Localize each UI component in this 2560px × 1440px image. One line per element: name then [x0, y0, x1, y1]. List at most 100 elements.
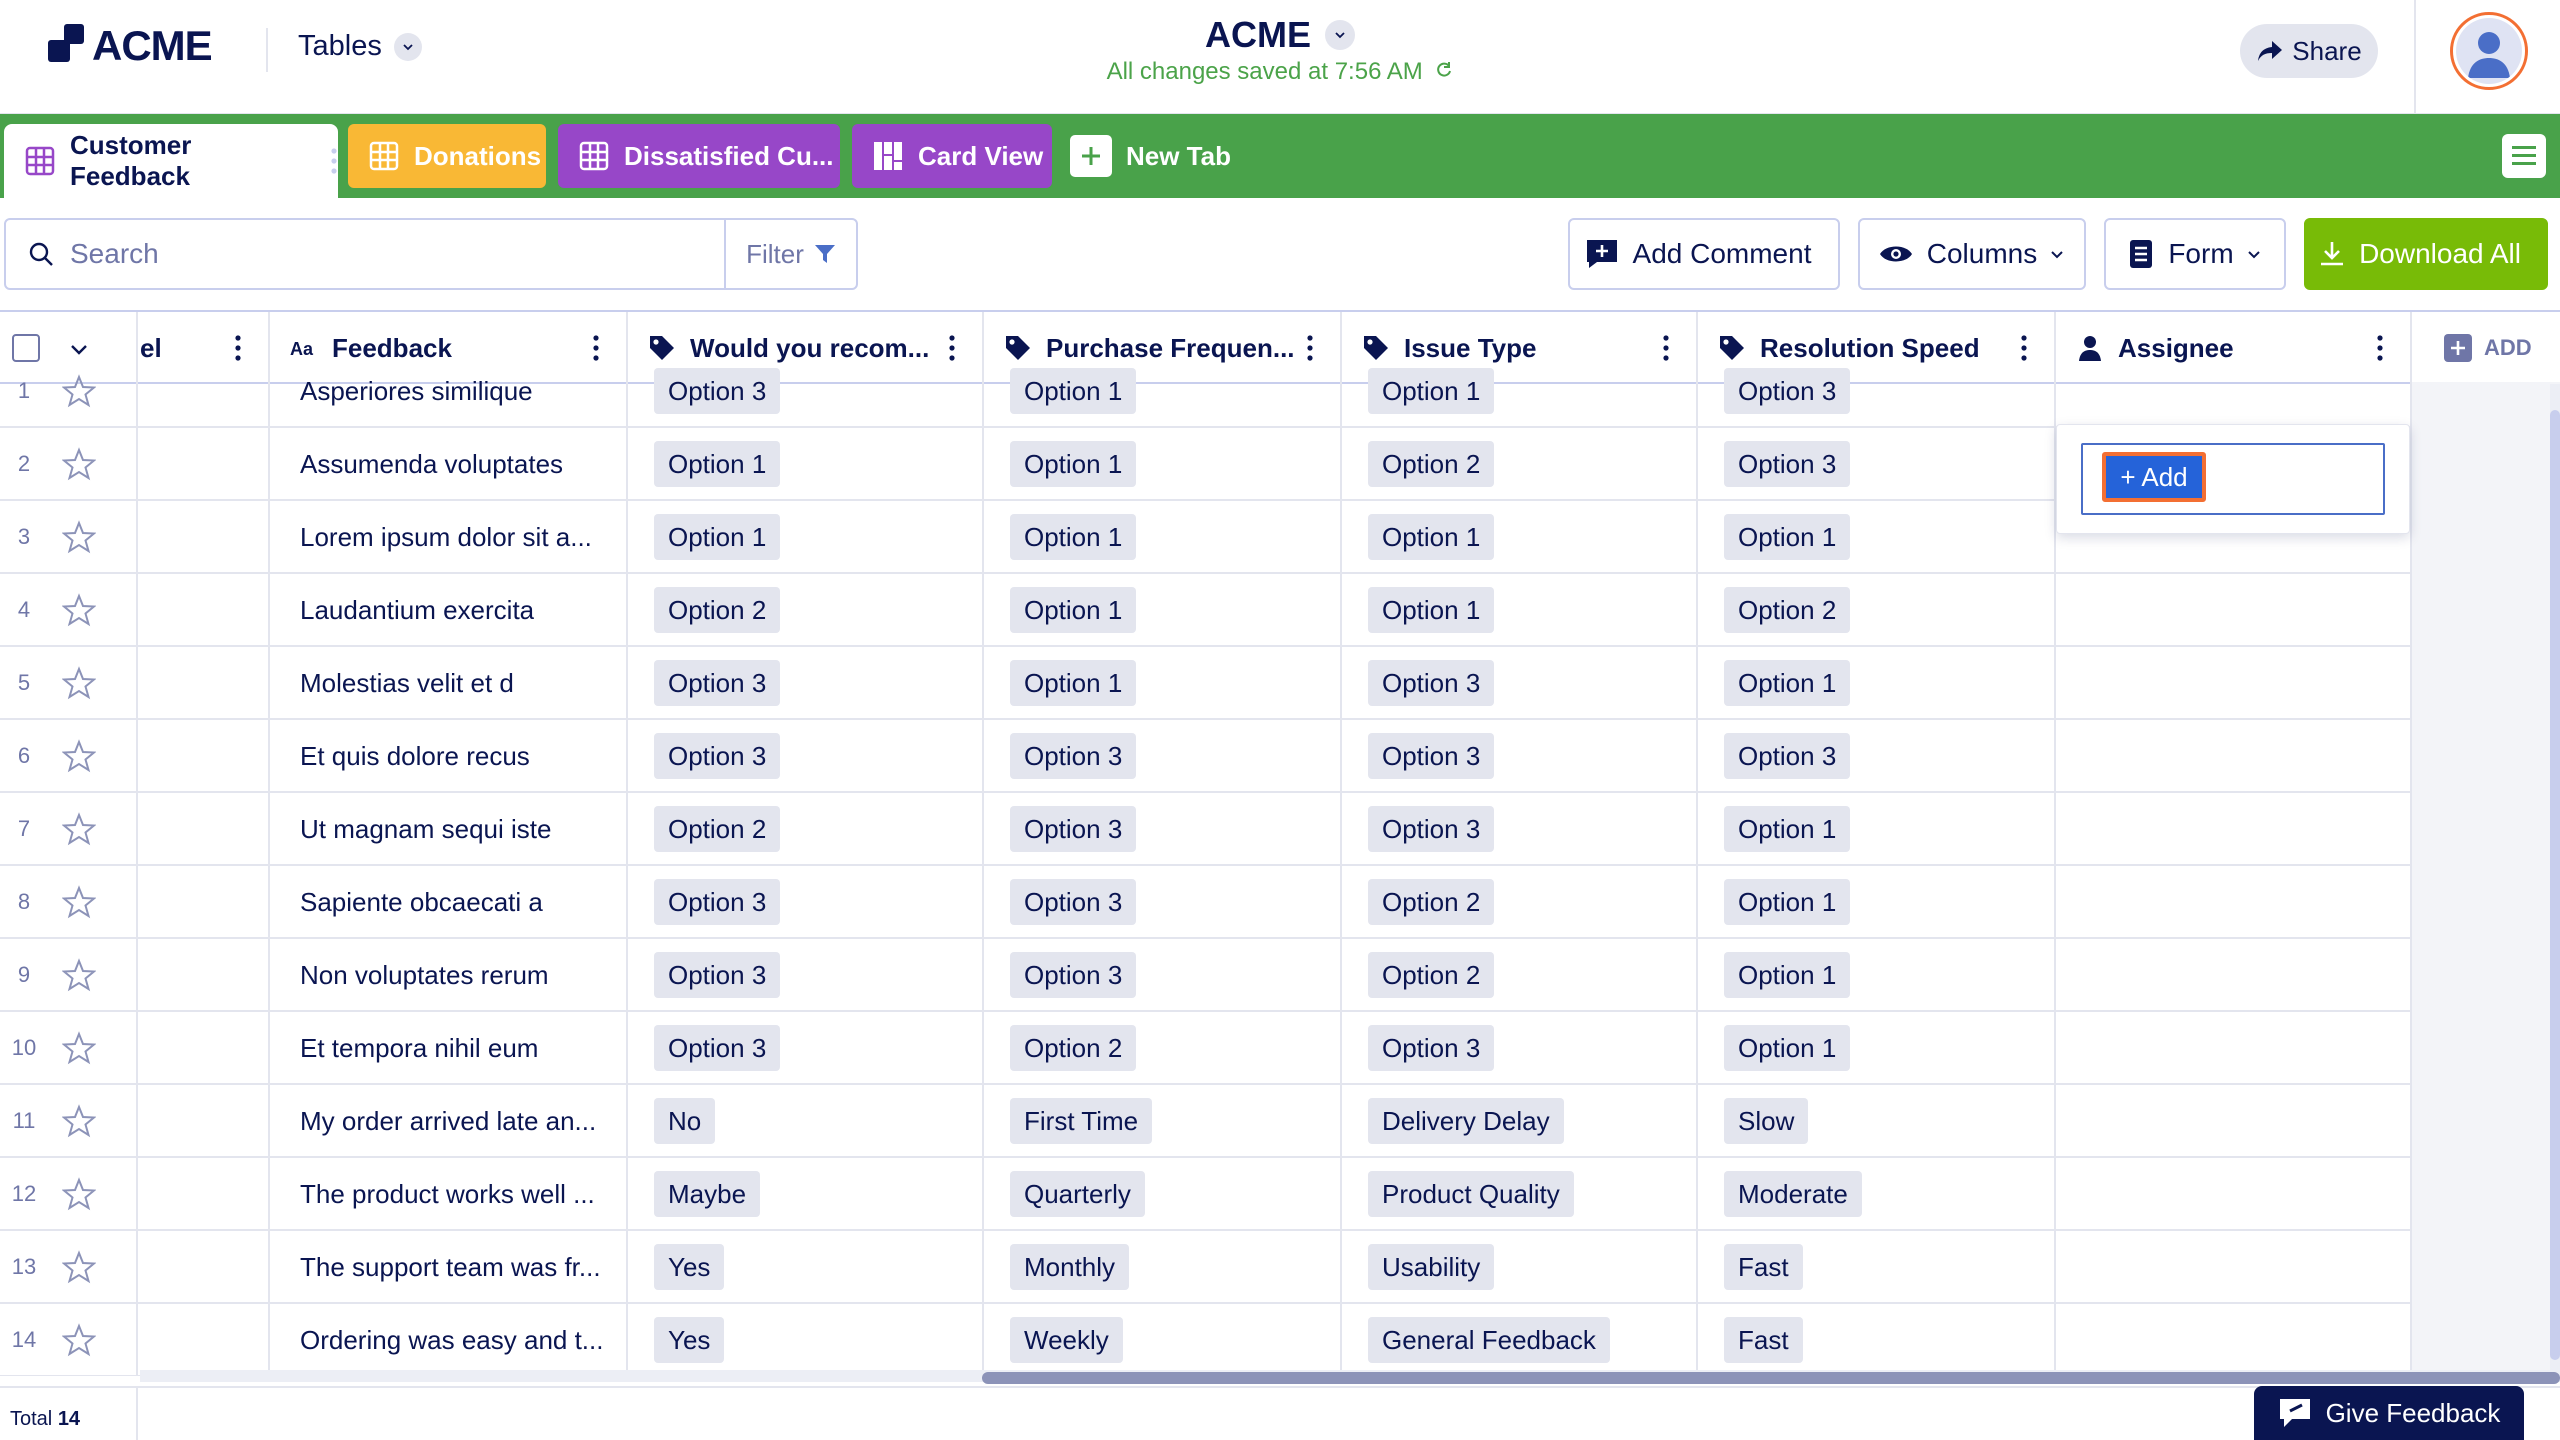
- star-icon[interactable]: [62, 520, 96, 554]
- frequency-cell[interactable]: Weekly: [984, 1304, 1342, 1376]
- frequency-cell[interactable]: Option 1: [984, 647, 1342, 719]
- frequency-cell[interactable]: Quarterly: [984, 1158, 1342, 1230]
- issue-cell[interactable]: Product Quality: [1342, 1158, 1698, 1230]
- speed-cell[interactable]: Moderate: [1698, 1158, 2056, 1230]
- recommend-cell[interactable]: Yes: [628, 1231, 984, 1303]
- frequency-cell[interactable]: Option 2: [984, 1012, 1342, 1084]
- star-icon[interactable]: [62, 666, 96, 700]
- issue-cell[interactable]: Option 3: [1342, 793, 1698, 865]
- frequency-cell[interactable]: Option 1: [984, 501, 1342, 573]
- assignee-cell[interactable]: [2056, 720, 2412, 792]
- star-icon[interactable]: [62, 374, 96, 408]
- recommend-cell[interactable]: Option 2: [628, 793, 984, 865]
- table-cell[interactable]: [138, 428, 270, 500]
- kebab-menu-icon[interactable]: [330, 147, 338, 175]
- recommend-cell[interactable]: Maybe: [628, 1158, 984, 1230]
- table-row[interactable]: 13 The support team was fr... Yes Monthly Us…: [0, 1231, 2412, 1304]
- table-cell[interactable]: [138, 720, 270, 792]
- recommend-cell[interactable]: Option 2: [628, 574, 984, 646]
- table-cell[interactable]: [138, 1231, 270, 1303]
- star-icon[interactable]: [62, 1031, 96, 1065]
- table-row[interactable]: 4 Laudantium exercita Option 2 Option 1 Opti…: [0, 574, 2412, 647]
- speed-cell[interactable]: Option 3: [1698, 355, 2056, 427]
- issue-cell[interactable]: Option 1: [1342, 574, 1698, 646]
- speed-cell[interactable]: Option 2: [1698, 574, 2056, 646]
- assignee-cell[interactable]: [2056, 1304, 2412, 1376]
- table-cell[interactable]: [138, 793, 270, 865]
- issue-cell[interactable]: General Feedback: [1342, 1304, 1698, 1376]
- feedback-cell[interactable]: My order arrived late an...: [270, 1085, 628, 1157]
- recommend-cell[interactable]: Option 3: [628, 720, 984, 792]
- star-icon[interactable]: [62, 1323, 96, 1357]
- table-row[interactable]: 3 Lorem ipsum dolor sit a... Option 1 Optio…: [0, 501, 2412, 574]
- table-row[interactable]: 14 Ordering was easy and t... Yes Weekly Gen…: [0, 1304, 2412, 1376]
- assignee-cell[interactable]: [2056, 1012, 2412, 1084]
- frequency-cell[interactable]: Option 3: [984, 720, 1342, 792]
- table-cell[interactable]: [138, 1158, 270, 1230]
- form-button[interactable]: Form: [2104, 218, 2286, 290]
- frequency-cell[interactable]: Option 3: [984, 866, 1342, 938]
- add-comment-button[interactable]: Add Comment: [1568, 218, 1840, 290]
- table-cell[interactable]: [138, 939, 270, 1011]
- tab-menu-button[interactable]: [2502, 134, 2546, 178]
- assignee-cell[interactable]: [2056, 355, 2412, 427]
- feedback-cell[interactable]: Assumenda voluptates: [270, 428, 628, 500]
- speed-cell[interactable]: Slow: [1698, 1085, 2056, 1157]
- star-icon[interactable]: [62, 1177, 96, 1211]
- feedback-cell[interactable]: The product works well ...: [270, 1158, 628, 1230]
- issue-cell[interactable]: Option 3: [1342, 1012, 1698, 1084]
- frequency-cell[interactable]: Option 3: [984, 939, 1342, 1011]
- star-icon[interactable]: [62, 812, 96, 846]
- table-cell[interactable]: [138, 647, 270, 719]
- give-feedback-button[interactable]: Give Feedback: [2254, 1386, 2524, 1440]
- table-cell[interactable]: [138, 1085, 270, 1157]
- add-assignee-button[interactable]: + Add: [2102, 452, 2206, 502]
- tab-dissatisfied-customers[interactable]: Dissatisfied Cu...: [558, 124, 840, 188]
- vertical-scrollbar-thumb[interactable]: [2550, 410, 2560, 1360]
- table-row[interactable]: 8 Sapiente obcaecati a Option 3 Option 3 Opt…: [0, 866, 2412, 939]
- issue-cell[interactable]: Option 3: [1342, 647, 1698, 719]
- table-cell[interactable]: [138, 1304, 270, 1376]
- tab-donations[interactable]: Donations: [348, 124, 546, 188]
- feedback-cell[interactable]: The support team was fr...: [270, 1231, 628, 1303]
- speed-cell[interactable]: Fast: [1698, 1304, 2056, 1376]
- speed-cell[interactable]: Option 3: [1698, 428, 2056, 500]
- feedback-cell[interactable]: Molestias velit et d: [270, 647, 628, 719]
- feedback-cell[interactable]: Non voluptates rerum: [270, 939, 628, 1011]
- table-row[interactable]: 1 Asperiores similique Option 3 Option 1 Opt…: [0, 355, 2412, 428]
- feedback-cell[interactable]: Asperiores similique: [270, 355, 628, 427]
- table-cell[interactable]: [138, 1012, 270, 1084]
- table-row[interactable]: 7 Ut magnam sequi iste Option 2 Option 3 Opt…: [0, 793, 2412, 866]
- issue-cell[interactable]: Delivery Delay: [1342, 1085, 1698, 1157]
- new-tab-button[interactable]: New Tab: [1070, 124, 1250, 188]
- star-icon[interactable]: [62, 958, 96, 992]
- table-row[interactable]: 12 The product works well ... Maybe Quarter…: [0, 1158, 2412, 1231]
- issue-cell[interactable]: Option 3: [1342, 720, 1698, 792]
- speed-cell[interactable]: Option 1: [1698, 647, 2056, 719]
- assignee-cell[interactable]: [2056, 574, 2412, 646]
- feedback-cell[interactable]: Sapiente obcaecati a: [270, 866, 628, 938]
- table-cell[interactable]: [138, 574, 270, 646]
- download-all-button[interactable]: Download All: [2304, 218, 2548, 290]
- star-icon[interactable]: [62, 593, 96, 627]
- table-row[interactable]: 5 Molestias velit et d Option 3 Option 1 Opt…: [0, 647, 2412, 720]
- star-icon[interactable]: [62, 739, 96, 773]
- feedback-cell[interactable]: Ut magnam sequi iste: [270, 793, 628, 865]
- recommend-cell[interactable]: Option 3: [628, 1012, 984, 1084]
- star-icon[interactable]: [62, 885, 96, 919]
- frequency-cell[interactable]: Monthly: [984, 1231, 1342, 1303]
- table-row[interactable]: 6 Et quis dolore recus Option 3 Option 3 Opt…: [0, 720, 2412, 793]
- recommend-cell[interactable]: Option 1: [628, 428, 984, 500]
- frequency-cell[interactable]: First Time: [984, 1085, 1342, 1157]
- recommend-cell[interactable]: Option 1: [628, 501, 984, 573]
- table-cell[interactable]: [138, 501, 270, 573]
- assignee-cell[interactable]: [2056, 793, 2412, 865]
- speed-cell[interactable]: Option 1: [1698, 793, 2056, 865]
- add-column-button[interactable]: ADD: [2444, 334, 2532, 362]
- issue-cell[interactable]: Option 2: [1342, 866, 1698, 938]
- recommend-cell[interactable]: Yes: [628, 1304, 984, 1376]
- feedback-cell[interactable]: Lorem ipsum dolor sit a...: [270, 501, 628, 573]
- frequency-cell[interactable]: Option 1: [984, 355, 1342, 427]
- assignee-cell[interactable]: [2056, 647, 2412, 719]
- app-title-menu[interactable]: ACME: [1205, 14, 1355, 56]
